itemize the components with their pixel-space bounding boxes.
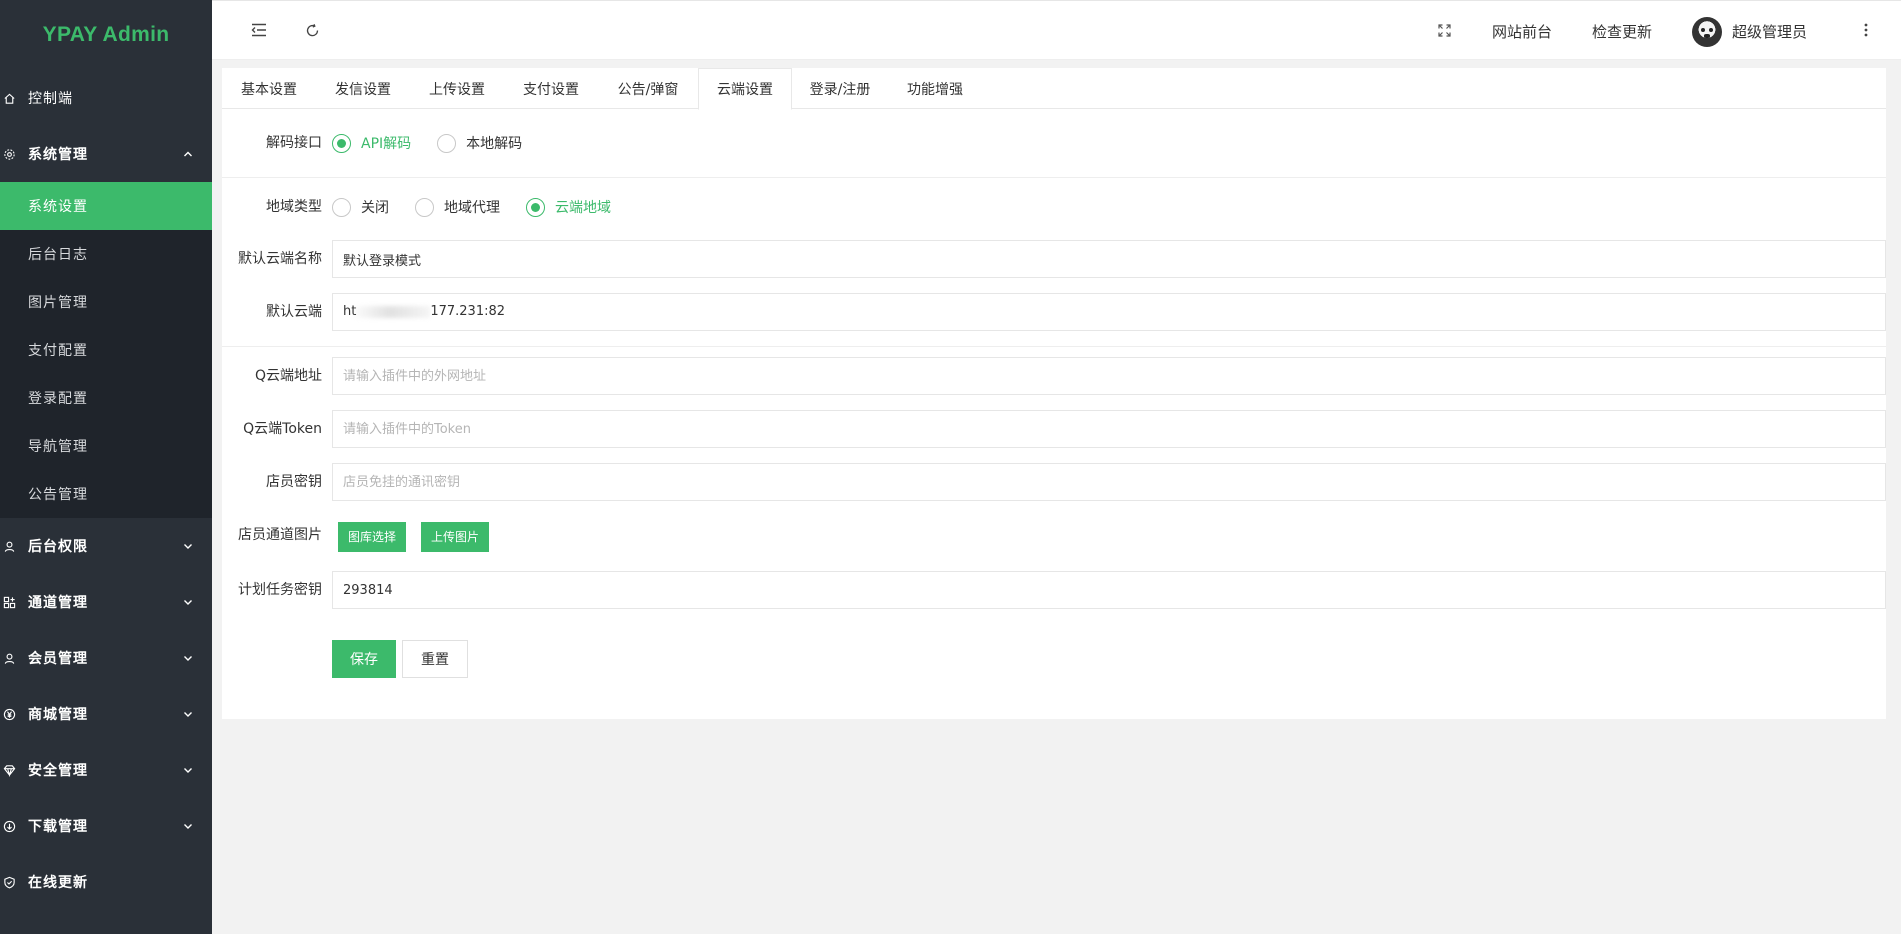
q-cloud-addr-label: Q云端地址 <box>254 368 322 384</box>
divider <box>222 177 1886 178</box>
gallery-select-button[interactable]: 图库选择 <box>338 522 407 552</box>
sidebar-item-label: 在线更新 <box>28 875 88 891</box>
default-cloud-name-input[interactable] <box>332 240 1886 278</box>
radio-checked-icon <box>526 197 545 217</box>
q-cloud-token-label: Q云端Token <box>243 421 322 437</box>
sidebar-subitem-nav-manage[interactable]: 导航管理 <box>0 422 212 470</box>
chevron-down-icon <box>182 652 194 664</box>
check-update-link[interactable]: 检查更新 <box>1592 1 1652 61</box>
clerk-image-label: 店员通道图片 <box>238 527 322 543</box>
radio-checked-icon <box>332 133 351 153</box>
upload-image-button[interactable]: 上传图片 <box>421 522 490 552</box>
download-icon <box>2 819 16 833</box>
radio-unchecked-icon <box>415 197 434 217</box>
tab-upload[interactable]: 上传设置 <box>410 68 504 109</box>
sidebar-subitem-system-settings[interactable]: 系统设置 <box>0 182 212 230</box>
reset-button[interactable]: 重置 <box>402 640 468 678</box>
default-cloud-label: 默认云端 <box>266 304 322 320</box>
tab-enhance[interactable]: 功能增强 <box>888 68 982 109</box>
sidebar-item-label: 商城管理 <box>28 707 88 723</box>
menu-fold-icon[interactable] <box>248 19 270 41</box>
sidebar-subitem-login-config[interactable]: 登录配置 <box>0 374 212 422</box>
tab-cloud[interactable]: 云端设置 <box>698 68 792 110</box>
radio-region-cloud[interactable]: 云端地域 <box>526 197 611 217</box>
default-cloud-name-label: 默认云端名称 <box>238 251 322 267</box>
cron-key-label: 计划任务密钥 <box>238 582 322 598</box>
chevron-down-icon <box>182 820 194 832</box>
sidebar-item-downloads[interactable]: 下载管理 <box>0 798 212 854</box>
tab-mail[interactable]: 发信设置 <box>316 68 410 109</box>
gear-icon <box>2 147 16 161</box>
chevron-down-icon <box>182 764 194 776</box>
sidebar-item-permissions[interactable]: 后台权限 <box>0 518 212 574</box>
fullscreen-icon[interactable] <box>1433 19 1455 41</box>
sidebar: YPAY Admin 控制端 系统管理 系统设置 后台日志 图片管理 支付配置 … <box>0 0 212 934</box>
sidebar-subitem-image-manage[interactable]: 图片管理 <box>0 278 212 326</box>
decode-label: 解码接口 <box>266 135 322 151</box>
tab-login-register[interactable]: 登录/注册 <box>792 68 888 109</box>
radio-region-proxy[interactable]: 地域代理 <box>415 197 500 217</box>
sidebar-item-shop[interactable]: 商城管理 <box>0 686 212 742</box>
settings-tabs: 基本设置 发信设置 上传设置 支付设置 公告/弹窗 云端设置 登录/注册 功能增… <box>222 68 1886 110</box>
top-header: 网站前台 检查更新 超级管理员 <box>212 0 1901 60</box>
sidebar-item-label: 下载管理 <box>28 819 88 835</box>
q-cloud-token-input[interactable] <box>332 410 1886 448</box>
radio-region-off[interactable]: 关闭 <box>332 197 389 217</box>
yen-icon <box>2 707 16 721</box>
sidebar-item-channels[interactable]: 通道管理 <box>0 574 212 630</box>
shield-icon <box>2 875 16 889</box>
default-cloud-input[interactable]: ht177.231:82 <box>332 293 1886 331</box>
user-name[interactable]: 超级管理员 <box>1732 1 1807 61</box>
user-icon <box>2 651 16 665</box>
region-label: 地域类型 <box>266 199 322 215</box>
chevron-up-icon <box>182 148 194 160</box>
sidebar-item-label: 安全管理 <box>28 763 88 779</box>
clerk-key-input[interactable] <box>332 463 1886 501</box>
chevron-down-icon <box>182 708 194 720</box>
sidebar-item-label: 系统管理 <box>28 147 88 163</box>
avatar[interactable] <box>1692 17 1722 47</box>
diamond-icon <box>2 763 16 777</box>
region-radio-group: 关闭 地域代理 云端地域 <box>332 195 637 219</box>
tab-notice-popup[interactable]: 公告/弹窗 <box>598 68 698 109</box>
q-cloud-addr-input[interactable] <box>332 357 1886 395</box>
sidebar-item-label: 控制端 <box>28 91 73 107</box>
clerk-key-label: 店员密钥 <box>266 474 322 490</box>
sidebar-item-system[interactable]: 系统管理 <box>0 126 212 182</box>
save-button[interactable]: 保存 <box>332 640 396 678</box>
app-logo: YPAY Admin <box>42 23 170 46</box>
chevron-down-icon <box>182 596 194 608</box>
radio-local-decode[interactable]: 本地解码 <box>437 133 522 153</box>
settings-card: 基本设置 发信设置 上传设置 支付设置 公告/弹窗 云端设置 登录/注册 功能增… <box>222 68 1886 719</box>
radio-unchecked-icon <box>437 133 457 153</box>
decode-radio-group: API解码 本地解码 <box>332 131 548 155</box>
site-frontend-link[interactable]: 网站前台 <box>1492 1 1552 61</box>
user-icon <box>2 539 16 553</box>
sidebar-item-online-update[interactable]: 在线更新 <box>0 854 212 910</box>
radio-unchecked-icon <box>332 197 351 217</box>
sidebar-item-console[interactable]: 控制端 <box>0 70 212 126</box>
sidebar-subitem-notice-manage[interactable]: 公告管理 <box>0 470 212 518</box>
system-submenu: 系统设置 后台日志 图片管理 支付配置 登录配置 导航管理 公告管理 <box>0 182 212 518</box>
tab-basic[interactable]: 基本设置 <box>222 68 316 109</box>
sidebar-subitem-payment-config[interactable]: 支付配置 <box>0 326 212 374</box>
sidebar-item-label: 通道管理 <box>28 595 88 611</box>
tab-payment[interactable]: 支付设置 <box>504 68 598 109</box>
refresh-icon[interactable] <box>301 19 323 41</box>
radio-api-decode[interactable]: API解码 <box>332 133 411 153</box>
divider <box>222 346 1886 347</box>
sidebar-subitem-admin-log[interactable]: 后台日志 <box>0 230 212 278</box>
chevron-down-icon <box>182 540 194 552</box>
sidebar-item-label: 会员管理 <box>28 651 88 667</box>
home-icon <box>2 91 16 105</box>
cron-key-input[interactable] <box>332 571 1886 609</box>
redacted-blur <box>350 305 431 318</box>
sidebar-item-label: 后台权限 <box>28 539 88 555</box>
sidebar-item-security[interactable]: 安全管理 <box>0 742 212 798</box>
apps-icon <box>2 595 16 609</box>
sidebar-item-members[interactable]: 会员管理 <box>0 630 212 686</box>
more-vertical-icon[interactable] <box>1855 19 1877 41</box>
